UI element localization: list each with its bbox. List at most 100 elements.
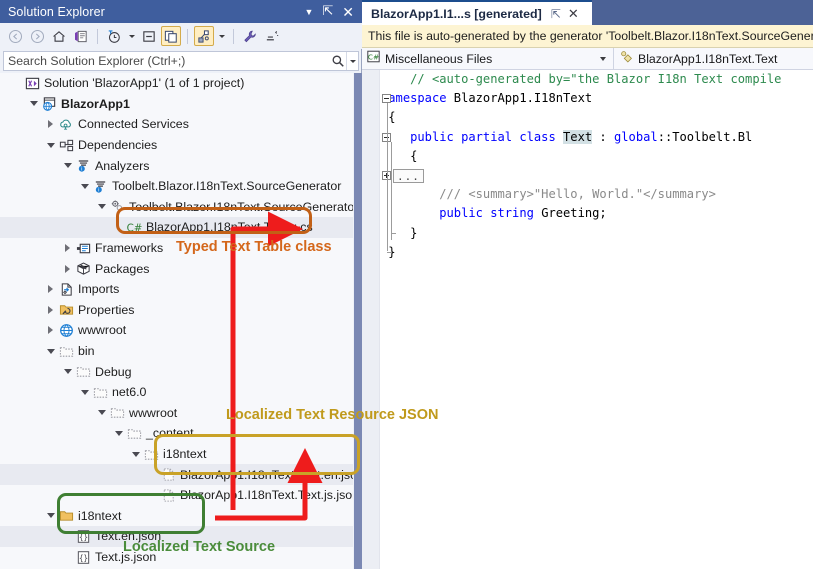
expand-collapse-chevron-icon[interactable]: [61, 156, 74, 176]
close-icon[interactable]: ✕: [342, 5, 354, 19]
show-all-files-icon[interactable]: [161, 26, 181, 46]
hidden-folder-icon: [108, 405, 126, 420]
tree-expander-placeholder: [10, 73, 23, 93]
code-line: public string Greeting;: [381, 204, 813, 223]
code-token: Greeting;: [541, 206, 607, 220]
tree-item[interactable]: bin: [0, 341, 354, 362]
solution-explorer-title: Solution Explorer: [0, 5, 105, 19]
toolbar-separator: [187, 29, 188, 44]
tree-item[interactable]: Debug: [0, 361, 354, 382]
fold-guide-line: [387, 103, 388, 251]
tree-item-label: Connected Services: [75, 117, 189, 131]
tree-item[interactable]: Properties: [0, 300, 354, 321]
tree-item[interactable]: net6.0: [0, 382, 354, 403]
code-line: // <auto-generated by="the Blazor I18n T…: [381, 70, 813, 89]
panel-splitter[interactable]: [354, 73, 362, 569]
expand-collapse-chevron-icon[interactable]: [61, 238, 74, 258]
tree-item[interactable]: wwwroot: [0, 320, 354, 341]
toolbar-separator: [97, 29, 98, 44]
preview-icon[interactable]: [262, 26, 282, 46]
chevron-down-icon[interactable]: ▼: [304, 8, 313, 17]
pending-changes-icon[interactable]: [71, 26, 91, 46]
expand-collapse-chevron-icon[interactable]: [44, 506, 57, 526]
tree-item[interactable]: Packages: [0, 258, 354, 279]
expand-collapse-chevron-icon[interactable]: [95, 403, 108, 423]
tree-item[interactable]: iToolbelt.Blazor.I18nText.SourceGenerato…: [0, 176, 354, 197]
expand-collapse-chevron-icon[interactable]: [44, 341, 57, 361]
tree-item[interactable]: Solution 'BlazorApp1' (1 of 1 project): [0, 73, 354, 94]
tree-item-label: Analyzers: [92, 159, 149, 173]
solution-explorer-header: Solution Explorer ▼ ⇱ ✕: [0, 0, 362, 23]
home-icon[interactable]: [49, 26, 69, 46]
tree-item-label: Properties: [75, 303, 134, 317]
code-line: }: [381, 224, 813, 243]
expand-collapse-chevron-icon[interactable]: [78, 176, 91, 196]
wrench-icon[interactable]: [240, 26, 260, 46]
code-token: BlazorApp1.I18nText: [447, 91, 593, 105]
editor-body[interactable]: // <auto-generated by="the Blazor I18n T…: [362, 70, 813, 569]
expand-collapse-chevron-icon[interactable]: [44, 114, 57, 134]
expand-collapse-chevron-icon[interactable]: [78, 382, 91, 402]
tree-item-label: Dependencies: [75, 138, 157, 152]
tree-item[interactable]: iAnalyzers: [0, 155, 354, 176]
code-line: {: [381, 147, 813, 166]
expand-collapse-chevron-icon[interactable]: [27, 94, 40, 114]
tree-item[interactable]: Connected Services: [0, 114, 354, 135]
clock-history-icon[interactable]: [104, 26, 124, 46]
chevron-down-icon[interactable]: [216, 26, 227, 46]
expand-collapse-chevron-icon[interactable]: [112, 423, 125, 443]
code-token: global: [614, 130, 658, 144]
chevron-down-icon[interactable]: [126, 26, 137, 46]
search-box[interactable]: [3, 51, 359, 71]
expand-collapse-chevron-icon[interactable]: [44, 320, 57, 340]
search-icon[interactable]: [329, 54, 346, 68]
code-line: namespace BlazorApp1.I18nText: [381, 89, 813, 108]
tree-item[interactable]: Dependencies: [0, 135, 354, 156]
expand-collapse-chevron-icon[interactable]: [129, 444, 142, 464]
hidden-folder-icon: [74, 364, 92, 379]
expand-collapse-chevron-icon[interactable]: [61, 259, 74, 279]
fold-guide-end: [387, 252, 392, 253]
localized-text-source-label: Localized Text Source: [123, 539, 275, 555]
navbar-project-dropdown[interactable]: C# Miscellaneous Files: [362, 48, 614, 69]
code-line: public partial class Text : global::Tool…: [381, 128, 813, 147]
tree-item[interactable]: BlazorApp1: [0, 94, 354, 115]
editor-tab-generated-file[interactable]: BlazorApp1.I1...s [generated] ⇱ ✕: [362, 0, 592, 25]
class-icon: [619, 50, 633, 68]
code-token: {: [388, 110, 395, 124]
pin-icon[interactable]: ⇱: [551, 7, 561, 21]
editor-navigation-bar: C# Miscellaneous Files BlazorApp1.I18nTe…: [362, 48, 813, 70]
chevron-down-icon[interactable]: [590, 57, 609, 61]
fold-collapse-namespace-icon[interactable]: [382, 94, 391, 103]
expand-collapse-chevron-icon[interactable]: [61, 362, 74, 382]
code-token: }: [410, 226, 417, 240]
close-icon[interactable]: ✕: [568, 6, 579, 22]
navbar-member-dropdown[interactable]: BlazorApp1.I18nText.Text: [614, 48, 813, 69]
tree-item-label: Debug: [92, 365, 132, 379]
svg-text:{}: {}: [78, 553, 87, 562]
svg-text:C#: C#: [368, 52, 379, 61]
tree-item[interactable]: Imports: [0, 279, 354, 300]
expand-collapse-chevron-icon[interactable]: [44, 300, 57, 320]
expand-collapse-chevron-icon[interactable]: [44, 279, 57, 299]
object-graph-icon[interactable]: [194, 26, 214, 46]
search-options-chevron-icon[interactable]: [346, 52, 358, 70]
collapsed-region-ellipsis[interactable]: ...: [393, 169, 424, 183]
expand-collapse-chevron-icon[interactable]: [95, 197, 108, 217]
collapse-all-icon[interactable]: [139, 26, 159, 46]
pin-icon[interactable]: ⇱: [322, 5, 333, 18]
expand-collapse-chevron-icon[interactable]: [44, 135, 57, 155]
localized-text-resource-json-label: Localized Text Resource JSON: [226, 407, 438, 423]
forward-arrow-icon[interactable]: [27, 26, 47, 46]
panel-header-buttons: ▼ ⇱ ✕: [304, 5, 362, 19]
navbar-project-label: Miscellaneous Files: [380, 52, 492, 66]
search-input[interactable]: [4, 53, 329, 69]
code-token: {: [410, 149, 417, 163]
code-token: // <auto-generated by="the Blazor I18n T…: [410, 72, 781, 86]
editor-code-area[interactable]: // <auto-generated by="the Blazor I18n T…: [381, 70, 813, 569]
tree-item-label: Imports: [75, 282, 119, 296]
back-arrow-icon[interactable]: [5, 26, 25, 46]
localized-text-resource-callout-box: [154, 434, 360, 475]
tree-item-label: Solution 'BlazorApp1' (1 of 1 project): [41, 76, 244, 90]
hidden-folder-icon: [125, 426, 143, 441]
